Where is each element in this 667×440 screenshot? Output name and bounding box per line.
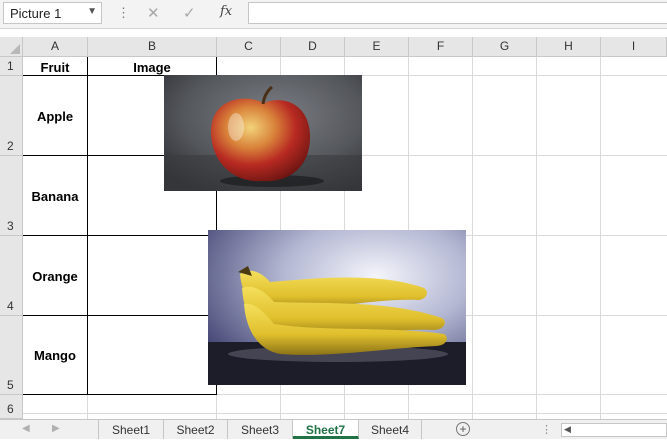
column-header-c[interactable]: C xyxy=(217,37,281,57)
column-header-i[interactable]: I xyxy=(601,37,667,57)
tab-sheet7[interactable]: Sheet7 xyxy=(293,420,359,439)
apple-picture[interactable] xyxy=(164,75,362,191)
name-box[interactable]: Picture 1 ▼ xyxy=(3,2,102,24)
tab-sheet2[interactable]: Sheet2 xyxy=(164,420,228,439)
gridline xyxy=(23,413,667,414)
cell-a5[interactable]: Mango xyxy=(23,316,87,395)
tab-split-grip-icon[interactable]: ⋮ xyxy=(541,423,552,436)
enter-icon[interactable]: ✓ xyxy=(183,4,196,22)
column-header-d[interactable]: D xyxy=(281,37,345,57)
banana-picture[interactable] xyxy=(208,230,466,385)
cell-a4[interactable]: Orange xyxy=(23,236,87,316)
row-header-2[interactable]: 2 xyxy=(0,76,23,156)
gridline xyxy=(600,57,601,419)
formula-input[interactable] xyxy=(248,2,667,24)
name-box-value: Picture 1 xyxy=(10,6,62,21)
row-header-4[interactable]: 4 xyxy=(0,236,23,316)
tab-sheet1[interactable]: Sheet1 xyxy=(98,420,164,439)
cell-a3[interactable]: Banana xyxy=(23,156,87,236)
cell-a2[interactable]: Apple xyxy=(23,76,87,156)
scroll-left-icon[interactable]: ◀ xyxy=(564,424,571,435)
formula-bar-grip-icon[interactable]: ⋮ xyxy=(117,5,130,21)
column-header-a[interactable]: A xyxy=(23,37,88,57)
sheet-tab-bar: ◀ ▶ Sheet1 Sheet2 Sheet3 Sheet7 Sheet4 +… xyxy=(0,419,667,439)
column-header-f[interactable]: F xyxy=(409,37,473,57)
row-header-3[interactable]: 3 xyxy=(0,156,23,236)
tab-sheet4[interactable]: Sheet4 xyxy=(359,420,422,439)
gridline xyxy=(536,57,537,419)
cell-b1[interactable]: Image xyxy=(88,57,216,77)
gridline xyxy=(472,57,473,419)
row-header-5[interactable]: 5 xyxy=(0,316,23,395)
column-header-h[interactable]: H xyxy=(537,37,601,57)
column-header-e[interactable]: E xyxy=(345,37,409,57)
column-header-g[interactable]: G xyxy=(473,37,537,57)
add-sheet-icon[interactable]: + xyxy=(456,422,470,436)
row-header-6[interactable]: 6 xyxy=(0,395,23,419)
cell-a1[interactable]: Fruit xyxy=(23,57,87,77)
tab-sheet3[interactable]: Sheet3 xyxy=(228,420,293,439)
banana-photo xyxy=(208,230,466,385)
insert-function-icon[interactable]: fx xyxy=(220,4,232,19)
column-header-b[interactable]: B xyxy=(88,37,217,57)
formula-bar: Picture 1 ▼ ⋮ ✕ ✓ fx xyxy=(0,0,667,29)
row-header-1[interactable]: 1 xyxy=(0,57,23,76)
apple-photo xyxy=(164,75,362,191)
next-sheet-icon[interactable]: ▶ xyxy=(52,423,60,434)
table-border xyxy=(23,315,217,316)
prev-sheet-icon[interactable]: ◀ xyxy=(22,423,30,434)
cancel-icon[interactable]: ✕ xyxy=(147,4,160,22)
table-border xyxy=(23,235,217,236)
table-border xyxy=(23,394,217,395)
table-border xyxy=(87,57,88,395)
horizontal-scrollbar[interactable]: ◀ xyxy=(561,423,667,437)
name-box-dropdown-icon[interactable]: ▼ xyxy=(87,6,97,17)
select-all-button[interactable] xyxy=(0,37,23,57)
